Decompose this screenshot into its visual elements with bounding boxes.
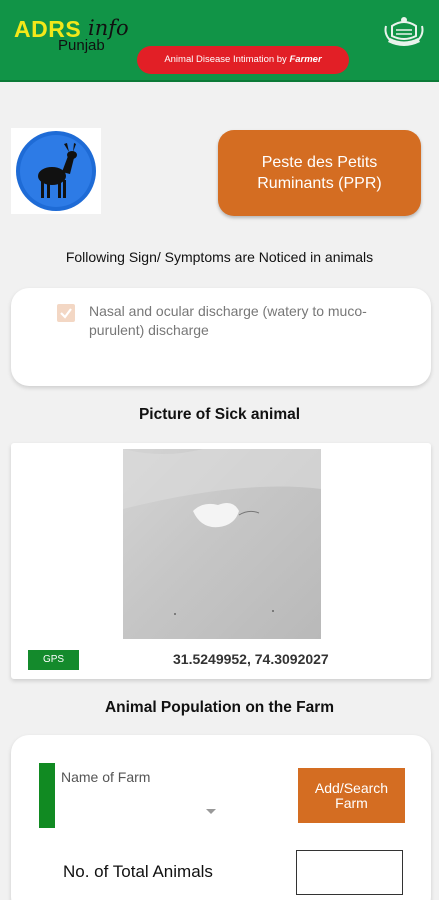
farm-card: Name of Farm Add/Search Farm No. of Tota… xyxy=(11,735,431,900)
symptoms-card: Nasal and ocular discharge (watery to mu… xyxy=(11,288,431,386)
tagline-emphasis: Farmer xyxy=(289,54,322,65)
sick-animal-photo[interactable] xyxy=(123,449,321,639)
symptoms-heading: Following Sign/ Symptoms are Noticed in … xyxy=(65,249,374,265)
goat-icon xyxy=(16,131,96,211)
add-search-farm-button[interactable]: Add/Search Farm xyxy=(298,768,405,823)
app-logo: ADRS info Punjab xyxy=(14,16,129,54)
total-animals-label: No. of Total Animals xyxy=(63,862,213,881)
picture-heading: Picture of Sick animal xyxy=(138,406,301,423)
symptom-label: Nasal and ocular discharge (watery to mu… xyxy=(89,303,367,338)
government-emblem-icon xyxy=(384,17,424,46)
total-animals-input[interactable] xyxy=(296,850,403,895)
farm-field-accent xyxy=(39,763,55,828)
chevron-down-icon[interactable] xyxy=(206,809,216,814)
logo-region-text: Punjab xyxy=(58,37,105,54)
disease-animal-image xyxy=(11,128,101,214)
gps-badge: GPS xyxy=(28,650,79,670)
picture-card: GPS 31.5249952, 74.3092027 xyxy=(11,443,431,679)
population-heading: Animal Population on the Farm xyxy=(104,699,335,716)
tagline-prefix: Animal Disease Intimation by xyxy=(164,54,290,65)
disease-name-button[interactable]: Peste des Petits Ruminants (PPR) xyxy=(218,130,421,216)
symptom-checkbox[interactable] xyxy=(57,304,75,322)
check-icon xyxy=(60,308,72,319)
app-header: ADRS info Punjab Animal Disease Intimati… xyxy=(0,0,439,82)
tagline-pill: Animal Disease Intimation by Farmer xyxy=(137,46,349,74)
farm-name-label: Name of Farm xyxy=(61,769,151,785)
gps-coordinates: 31.5249952, 74.3092027 xyxy=(173,651,329,667)
